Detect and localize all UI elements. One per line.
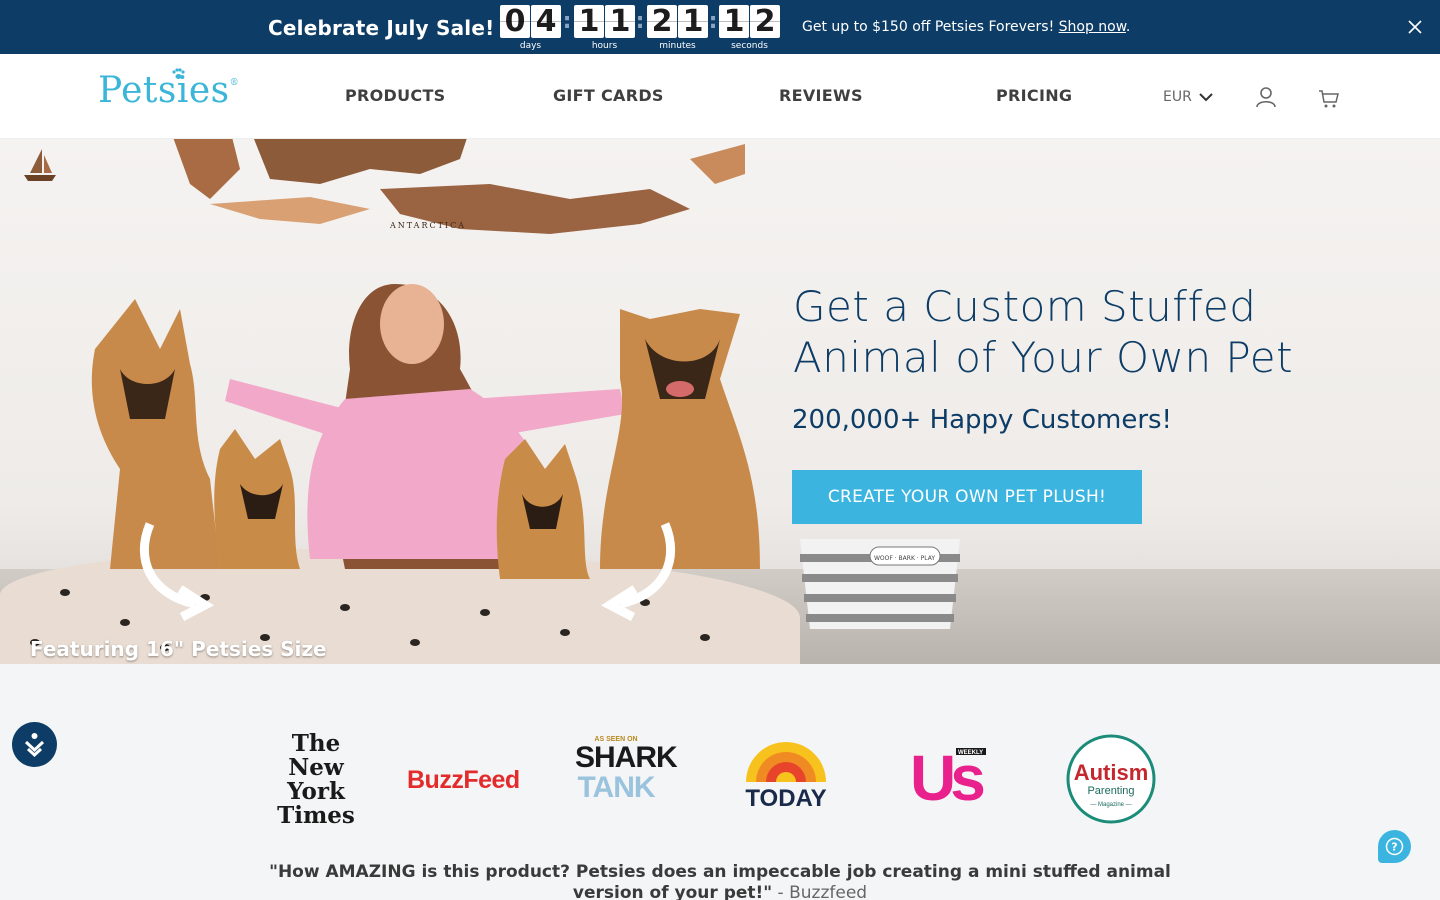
promo-period: . (1125, 19, 1131, 35)
countdown-digit: 4 (531, 5, 561, 38)
svg-text:Autism: Autism (1074, 760, 1149, 785)
nav-reviews[interactable]: REVIEWS (779, 86, 863, 105)
today-show-logo: TODAY (745, 742, 827, 810)
countdown-digit: 1 (574, 5, 604, 38)
countdown-hours: 1 1 hours (574, 5, 635, 53)
cart-icon[interactable] (1317, 86, 1341, 110)
countdown-label: days (519, 41, 542, 51)
hero-banner: ANTARCTICA WOOF · BARK · PLAY Featuring … (0, 139, 1440, 664)
countdown-digit: 2 (647, 5, 677, 38)
accessibility-icon (24, 733, 45, 758)
shark-tank-shark: SHARK (575, 741, 678, 774)
nyt-logo: The New York Times (266, 732, 366, 828)
nyt-line: Times (277, 802, 355, 829)
promo-text: Get up to $150 off Petsies Forevers! (802, 19, 1059, 35)
countdown-separator: : (562, 9, 572, 34)
user-icon[interactable] (1254, 85, 1278, 109)
countdown-separator: : (635, 9, 645, 34)
countdown-digit: 1 (678, 5, 708, 38)
close-icon[interactable] (1404, 16, 1426, 38)
nyt-line: The (291, 730, 341, 757)
svg-text:TODAY: TODAY (745, 785, 826, 810)
currency-selector[interactable]: EUR (1163, 89, 1214, 105)
press-section: The New York Times BuzzFeed AS SEEN ON S… (0, 664, 1440, 900)
countdown-label: seconds (731, 41, 768, 51)
countdown-seconds: 1 2 seconds (719, 5, 780, 53)
countdown-digit: 0 (500, 5, 530, 38)
countdown-digit: 1 (719, 5, 749, 38)
accessibility-button[interactable] (12, 722, 57, 767)
countdown-label: hours (591, 41, 618, 51)
toy-basket: WOOF · BARK · PLAY (800, 539, 960, 629)
promo-bar: Celebrate July Sale! 0 4 days : 1 1 hour… (0, 0, 1440, 54)
hero-subtitle: 200,000+ Happy Customers! (792, 405, 1172, 435)
logo-text: Petsies (98, 70, 230, 111)
svg-text:Parenting: Parenting (1087, 785, 1134, 797)
countdown-minutes: 2 1 minutes (647, 5, 708, 53)
help-button[interactable]: ? (1378, 830, 1411, 863)
hero-caption: Featuring 16" Petsies Size (30, 637, 327, 661)
paw-icon (172, 68, 185, 79)
hero-photo (91, 284, 760, 621)
shop-now-link[interactable]: Shop now (1059, 19, 1126, 35)
nav-products[interactable]: PRODUCTS (345, 86, 446, 105)
countdown-separator: : (708, 9, 718, 34)
svg-text:WEEKLY: WEEKLY (958, 750, 983, 756)
petsies-logo[interactable]: Petsies® (98, 68, 239, 111)
quote-text: "How AMAZING is this product? Petsies do… (269, 862, 1171, 900)
countdown-digit: 1 (605, 5, 635, 38)
question-icon: ? (1385, 837, 1404, 856)
chevron-down-icon (1199, 93, 1213, 102)
nav-gift-cards[interactable]: GIFT CARDS (553, 86, 664, 105)
us-weekly-logo: Us WEEKLY (910, 746, 989, 806)
currency-label: EUR (1163, 89, 1192, 105)
promo-title: Celebrate July Sale! (268, 16, 495, 40)
press-quote: "How AMAZING is this product? Petsies do… (240, 862, 1200, 900)
autism-parenting-logo: Autism Parenting — Magazine — (1066, 734, 1156, 824)
countdown-days: 0 4 days (500, 5, 561, 53)
promo-message: Get up to $150 off Petsies Forevers! Sho… (802, 19, 1130, 35)
hero-title: Get a Custom Stuffed Animal of Your Own … (793, 282, 1294, 382)
countdown-digit: 2 (750, 5, 780, 38)
nav-pricing[interactable]: PRICING (996, 86, 1072, 105)
shark-tank-tank: TANK (577, 771, 655, 804)
create-pet-plush-button[interactable]: CREATE YOUR OWN PET PLUSH! (792, 470, 1142, 524)
site-header: Petsies® PRODUCTS GIFT CARDS REVIEWS PRI… (0, 54, 1440, 139)
buzzfeed-logo: BuzzFeed (407, 766, 520, 794)
svg-text:— Magazine —: — Magazine — (1090, 802, 1131, 808)
countdown-label: minutes (659, 41, 696, 51)
svg-text:?: ? (1391, 841, 1397, 854)
quote-source: - Buzzfeed (772, 883, 868, 900)
nyt-line: New York (287, 754, 345, 805)
shark-tank-logo: AS SEEN ON SHARK TANK (575, 736, 678, 804)
svg-text:WOOF · BARK · PLAY: WOOF · BARK · PLAY (874, 555, 935, 562)
